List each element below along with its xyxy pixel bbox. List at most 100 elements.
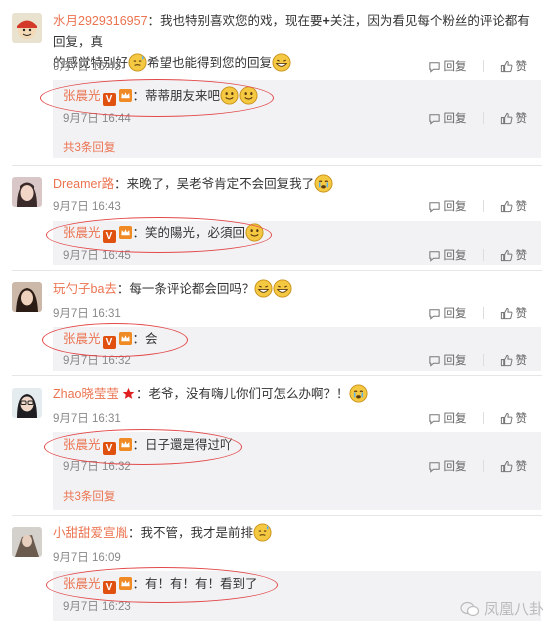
like-icon [500, 60, 513, 73]
comment-meta: 9月7日 16:31 回复 赞 [53, 410, 541, 426]
crown-icon [118, 577, 133, 590]
avatar[interactable] [12, 177, 42, 207]
comment-time: 9月7日 16:31 [53, 413, 121, 425]
divider [482, 307, 484, 319]
comment-time: 9月7日 16:31 [53, 308, 121, 320]
reply-username[interactable]: 张晨光 [63, 89, 101, 103]
reply-icon [428, 112, 441, 125]
like-button[interactable]: 赞 [500, 410, 527, 426]
like-button[interactable]: 赞 [500, 58, 527, 74]
avatar[interactable] [12, 13, 42, 43]
divider [482, 412, 484, 424]
emoji-icon [314, 174, 333, 193]
comment-meta: 9月7日 16:43 回复 赞 [53, 198, 541, 214]
comment-username[interactable]: 玩勺子ba去 [53, 282, 117, 296]
comment-item: 玩勺子ba去：每一条评论都会回吗？ 9月7日 16:31 回复 赞 张晨光 V ：会… [0, 270, 554, 375]
reply-icon [428, 200, 441, 213]
like-button[interactable]: 赞 [500, 198, 527, 214]
reply-box: 张晨光 V ：笑的陽光，必須回 9月7日 16:45 回复 赞 [53, 221, 541, 265]
reply-icon [428, 460, 441, 473]
comment-username[interactable]: Zhao晓莹莹 [53, 387, 119, 401]
like-button[interactable]: 赞 [500, 110, 527, 126]
like-icon [500, 460, 513, 473]
like-icon [500, 354, 513, 367]
star-icon [122, 387, 135, 399]
reply-username[interactable]: 张晨光 [63, 438, 101, 452]
reply-username[interactable]: 张晨光 [63, 226, 101, 240]
reply-button[interactable]: 回复 [428, 247, 467, 263]
comment-text: 玩勺子ba去：每一条评论都会回吗？ [53, 279, 542, 300]
avatar[interactable] [12, 527, 42, 557]
reply-box: 张晨光 V ：蒂蒂朋友来吧 9月7日 16:44 回复 赞 共3条回复 [53, 80, 541, 158]
comment-text: Dreamer路：来晚了，吴老爷肯定不会回复我了 [53, 174, 542, 195]
crown-icon [118, 438, 133, 451]
wechat-icon [460, 601, 480, 616]
verified-icon: V [102, 336, 116, 349]
reply-text: 张晨光 V ：蒂蒂朋友来吧 [63, 86, 258, 106]
comment-username[interactable]: 小甜甜爱宣胤 [53, 526, 128, 540]
reply-meta: 9月7日 16:32 回复 赞 [63, 352, 541, 368]
reply-text: 张晨光 V ：笑的陽光，必須回 [63, 223, 264, 243]
divider [482, 200, 484, 212]
comment-text: Zhao晓莹莹 ：老爷，没有嗨儿你们可怎么办啊？！ [53, 384, 542, 405]
emoji-icon [349, 384, 368, 403]
comment-item: Zhao晓莹莹 ：老爷，没有嗨儿你们可怎么办啊？！ 9月7日 16:31 回复 赞… [0, 375, 554, 515]
reply-icon [428, 249, 441, 262]
like-button[interactable]: 赞 [500, 458, 527, 474]
reply-time: 9月7日 16:32 [63, 461, 131, 473]
comment-text: 小甜甜爱宣胤：我不管，我才是前排 [53, 523, 542, 544]
reply-button[interactable]: 回复 [428, 58, 467, 74]
reply-button[interactable]: 回复 [428, 352, 467, 368]
reply-time: 9月7日 16:32 [63, 355, 131, 367]
verified-icon: V [102, 93, 116, 106]
emoji-icon [239, 86, 258, 105]
reply-text: 张晨光 V ：有！有！有！看到了 [63, 577, 258, 594]
crown-icon [118, 89, 133, 102]
comment-item: 水月2929316957：我也特别喜欢您的戏，现在要+关注，因为看见每个粉丝的评… [0, 0, 554, 165]
more-replies-link[interactable]: 共3条回复 [63, 488, 115, 504]
reply-box: 张晨光 V ：会 9月7日 16:32 回复 赞 [53, 327, 541, 371]
emoji-icon [254, 279, 273, 298]
reply-button[interactable]: 回复 [428, 458, 467, 474]
emoji-icon [245, 223, 264, 242]
reply-time: 9月7日 16:44 [63, 113, 131, 125]
reply-button[interactable]: 回复 [428, 110, 467, 126]
reply-username[interactable]: 张晨光 [63, 332, 101, 346]
avatar[interactable] [12, 282, 42, 312]
comment-time: 9月7日 16:43 [53, 61, 121, 73]
reply-text: 张晨光 V ：日子還是得过吖 [63, 438, 233, 455]
divider [482, 60, 484, 72]
like-button[interactable]: 赞 [500, 352, 527, 368]
reply-time: 9月7日 16:23 [63, 601, 131, 613]
like-button[interactable]: 赞 [500, 247, 527, 263]
like-icon [500, 307, 513, 320]
comment-username[interactable]: Dreamer路 [53, 177, 114, 191]
emoji-icon [220, 86, 239, 105]
comment-meta: 9月7日 16:43 回复 赞 [53, 58, 541, 74]
reply-meta: 9月7日 16:45 回复 赞 [63, 247, 541, 263]
crown-icon [118, 226, 133, 239]
watermark-text: 凤凰八卦 [483, 601, 544, 618]
reply-username[interactable]: 张晨光 [63, 577, 101, 591]
like-icon [500, 249, 513, 262]
comment-meta: 9月7日 16:09 [53, 549, 541, 565]
reply-button[interactable]: 回复 [428, 305, 467, 321]
verified-icon: V [102, 230, 116, 243]
avatar[interactable] [12, 388, 42, 418]
comment-username[interactable]: 水月2929316957 [53, 14, 148, 28]
reply-icon [428, 60, 441, 73]
reply-button[interactable]: 回复 [428, 410, 467, 426]
reply-time: 9月7日 16:45 [63, 250, 131, 262]
reply-meta: 9月7日 16:32 回复 赞 [63, 458, 541, 474]
like-button[interactable]: 赞 [500, 305, 527, 321]
like-icon [500, 200, 513, 213]
reply-icon [428, 412, 441, 425]
reply-icon [428, 307, 441, 320]
like-icon [500, 112, 513, 125]
comment-item: Dreamer路：来晚了，吴老爷肯定不会回复我了 9月7日 16:43 回复 赞… [0, 165, 554, 270]
reply-icon [428, 354, 441, 367]
reply-button[interactable]: 回复 [428, 198, 467, 214]
like-icon [500, 412, 513, 425]
more-replies-link[interactable]: 共3条回复 [63, 139, 115, 155]
reply-meta: 9月7日 16:44 回复 赞 [63, 110, 541, 126]
